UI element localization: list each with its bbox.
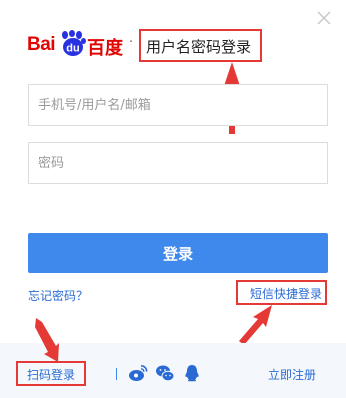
password-input[interactable]	[29, 143, 327, 183]
footer-bar: 扫码登录 立即注册	[0, 343, 346, 398]
forgot-password-link[interactable]: 忘记密码？	[28, 287, 88, 304]
title-separator: ·	[129, 35, 134, 50]
qr-login-link[interactable]: 扫码登录	[27, 366, 75, 383]
logo-text-du: du	[66, 43, 79, 55]
logo-text-latin: Bai	[27, 34, 56, 55]
weibo-icon[interactable]	[128, 363, 148, 383]
username-input[interactable]	[29, 85, 327, 125]
login-dialog: Bai du 百度 · 用户名密码登录 登录 忘记密码？ 短信快捷登录 扫码登录	[0, 0, 346, 398]
password-field[interactable]	[28, 142, 328, 184]
annotation-arrow-sms	[239, 305, 272, 345]
footer-divider	[116, 368, 117, 380]
logo-text-cn: 百度	[87, 38, 123, 59]
sms-login-link[interactable]: 短信快捷登录	[250, 285, 322, 302]
wechat-icon[interactable]	[155, 363, 175, 383]
username-field[interactable]	[28, 84, 328, 126]
page-title: 用户名密码登录	[146, 38, 252, 56]
register-link[interactable]: 立即注册	[268, 366, 316, 383]
baidu-logo: Bai du 百度	[27, 30, 123, 59]
baidu-paw-icon: du	[62, 30, 86, 56]
close-icon[interactable]	[314, 8, 334, 28]
login-button[interactable]: 登录	[28, 233, 328, 273]
qq-icon[interactable]	[182, 363, 202, 383]
